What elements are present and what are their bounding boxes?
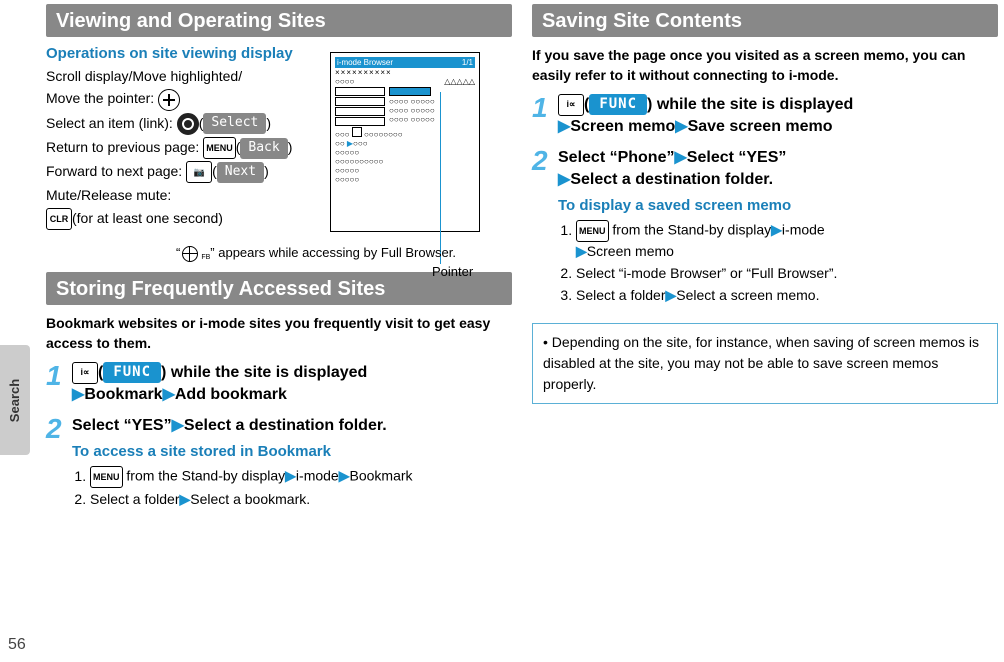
step-number-2: 2 [532, 147, 558, 175]
side-tab: Search [0, 345, 30, 455]
mute-line-2: CLR(for at least one second) [46, 208, 346, 230]
select-item-line: Select an item (link): (Select) [46, 113, 346, 135]
ops-subheading: Operations on site viewing display [46, 45, 346, 62]
back-pill: Back [240, 138, 287, 159]
save-step-2: 2 Select “Phone”▶Select “YES” ▶Select a … [532, 147, 998, 310]
side-tab-label: Search [8, 378, 23, 421]
phone-screen-title-right: 1/1 [462, 58, 473, 67]
step-number-1: 1 [46, 362, 72, 390]
forward-line: Forward to next page: 📷(Next) [46, 161, 346, 183]
saving-intro: If you save the page once you visited as… [532, 45, 998, 86]
move-pointer-line: Move the pointer: [46, 88, 346, 110]
phone-figure: i-mode Browser 1/1 ×××××××××× ○○○○△△△△△ … [330, 52, 490, 232]
fb-note: “FB” appears while accessing by Full Bro… [176, 244, 512, 262]
store-step-2: 2 Select “YES”▶Select a destination fold… [46, 415, 512, 514]
next-pill: Next [217, 162, 264, 183]
i-appli-key-icon: i∝ [558, 94, 584, 116]
section-viewing-header: Viewing and Operating Sites [46, 4, 512, 37]
clr-key-icon: CLR [46, 208, 72, 230]
list-item: Select a folder▶Select a screen memo. [576, 286, 998, 306]
select-pill: Select [203, 113, 266, 134]
section-saving-header: Saving Site Contents [532, 4, 998, 37]
access-bookmark-subheading: To access a site stored in Bookmark [72, 441, 512, 462]
camera-key-icon: 📷 [186, 161, 212, 183]
menu-key-icon: MENU [90, 466, 123, 488]
access-bookmark-steps: MENU from the Stand-by display▶i-mode▶Bo… [90, 466, 512, 510]
fb-subscript: FB [201, 253, 210, 262]
step-number-1: 1 [532, 94, 558, 122]
display-memo-subheading: To display a saved screen memo [558, 195, 998, 216]
scroll-line: Scroll display/Move highlighted/ [46, 66, 346, 86]
store-step-1: 1 i∝(FUNC) while the site is displayed ▶… [46, 362, 512, 407]
phone-screen: i-mode Browser 1/1 ×××××××××× ○○○○△△△△△ … [330, 52, 480, 232]
globe-icon [182, 246, 198, 262]
list-item: Select a folder▶Select a bookmark. [90, 490, 512, 510]
nav-pad-icon [158, 89, 180, 111]
list-item: MENU from the Stand-by display▶i-mode▶Bo… [90, 466, 512, 488]
display-memo-steps: MENU from the Stand-by display▶i-mode▶Sc… [576, 220, 998, 305]
list-item: MENU from the Stand-by display▶i-mode▶Sc… [576, 220, 998, 262]
menu-key-icon: MENU [576, 220, 609, 242]
note-text: Depending on the site, for instance, whe… [543, 334, 979, 392]
step-number-2: 2 [46, 415, 72, 443]
return-line: Return to previous page: MENU(Back) [46, 137, 346, 159]
phone-screen-title-left: i-mode Browser [337, 58, 393, 67]
func-pill: FUNC [589, 94, 647, 116]
note-box: • Depending on the site, for instance, w… [532, 323, 998, 404]
mute-line-1: Mute/Release mute: [46, 185, 346, 205]
pointer-leader-line [440, 92, 441, 264]
right-column: Saving Site Contents If you save the pag… [532, 0, 998, 518]
list-item: Select “i-mode Browser” or “Full Browser… [576, 264, 998, 284]
menu-key-icon: MENU [203, 137, 236, 159]
pointer-label: Pointer [432, 264, 473, 279]
func-pill: FUNC [103, 362, 161, 384]
center-button-icon [177, 113, 199, 135]
save-step-1: 1 i∝(FUNC) while the site is displayed ▶… [532, 94, 998, 139]
storing-intro: Bookmark websites or i-mode sites you fr… [46, 313, 512, 354]
i-appli-key-icon: i∝ [72, 362, 98, 384]
page-number: 56 [8, 636, 26, 654]
